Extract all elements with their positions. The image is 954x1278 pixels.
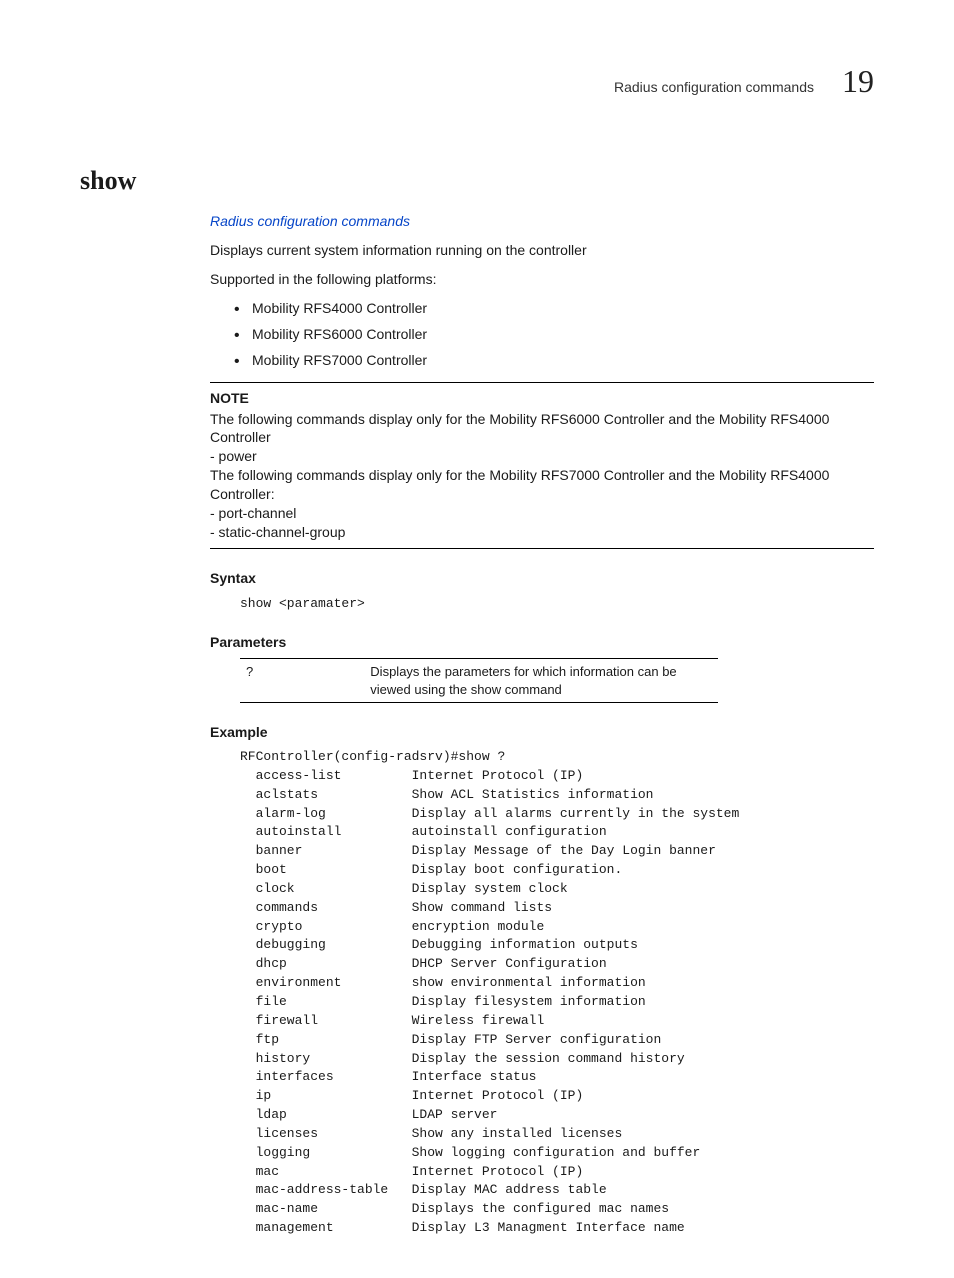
platform-list: Mobility RFS4000 Controller Mobility RFS… xyxy=(210,299,874,370)
example-code-block: RFController(config-radsrv)#show ? acces… xyxy=(240,748,874,1238)
chapter-number: 19 xyxy=(842,60,874,103)
param-key: ? xyxy=(240,659,364,703)
table-row: ? Displays the parameters for which info… xyxy=(240,659,718,703)
section-title: show xyxy=(80,163,874,198)
note-text: The following commands display only for … xyxy=(210,410,874,448)
parameters-heading: Parameters xyxy=(210,633,874,652)
list-item: Mobility RFS6000 Controller xyxy=(234,325,874,344)
syntax-code: show <paramater> xyxy=(240,594,874,614)
parameters-table: ? Displays the parameters for which info… xyxy=(240,658,718,703)
note-label: NOTE xyxy=(210,389,874,408)
note-text: - static-channel-group xyxy=(210,523,874,542)
horizontal-rule xyxy=(210,382,874,383)
section-description: Displays current system information runn… xyxy=(210,241,874,260)
supported-platforms-label: Supported in the following platforms: xyxy=(210,270,874,289)
note-text: - port-channel xyxy=(210,504,874,523)
list-item: Mobility RFS7000 Controller xyxy=(234,351,874,370)
param-desc: Displays the parameters for which inform… xyxy=(364,659,718,703)
note-text: The following commands display only for … xyxy=(210,466,874,504)
header-section-label: Radius configuration commands xyxy=(614,78,814,97)
note-body: The following commands display only for … xyxy=(210,410,874,542)
horizontal-rule xyxy=(210,548,874,549)
example-heading: Example xyxy=(210,723,874,742)
syntax-heading: Syntax xyxy=(210,569,874,588)
page-header: Radius configuration commands 19 xyxy=(80,60,874,103)
cross-reference-link[interactable]: Radius configuration commands xyxy=(210,213,410,229)
note-text: - power xyxy=(210,447,874,466)
list-item: Mobility RFS4000 Controller xyxy=(234,299,874,318)
